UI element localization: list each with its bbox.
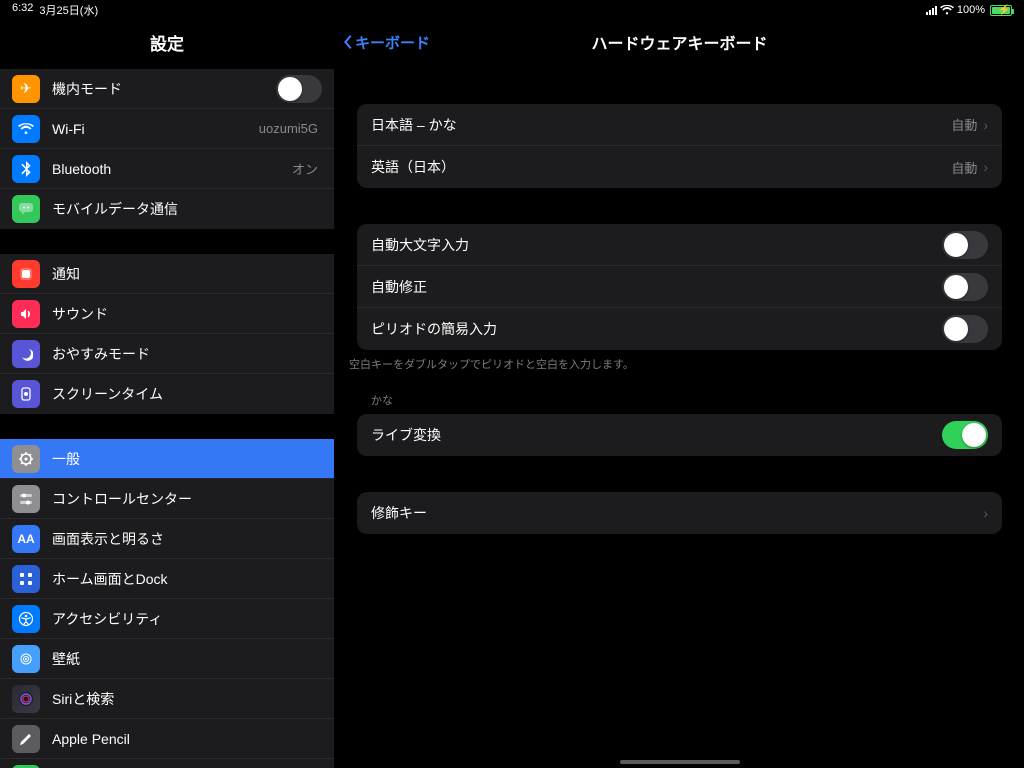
dnd-label: おやすみモード [52,344,322,364]
sound-icon [12,300,40,328]
live-conversion-toggle[interactable] [942,421,988,449]
screentime-icon [12,380,40,408]
settings-sidebar: 設定 ✈ 機内モード Wi-Fi uozumi5G Bluetooth オン [0,20,335,768]
period-label: ピリオドの簡易入力 [371,319,942,339]
status-time: 6:32 [12,2,33,18]
row-face-id[interactable]: Face IDとパスコード [0,759,334,768]
auto-cap-toggle[interactable] [942,231,988,259]
display-label: 画面表示と明るさ [52,529,322,549]
chevron-right-icon: › [983,159,988,175]
airplane-icon: ✈ [12,75,40,103]
back-button[interactable]: キーボード [341,20,430,64]
home-dock-label: ホーム画面とDock [52,569,322,589]
battery-icon: ⚡ [990,5,1012,16]
auto-correct-toggle[interactable] [942,273,988,301]
screentime-label: スクリーンタイム [52,384,322,404]
settings-title: 設定 [0,20,334,69]
control-center-icon [12,485,40,513]
control-center-label: コントロールセンター [52,489,322,509]
row-bluetooth[interactable]: Bluetooth オン [0,149,334,189]
row-notifications[interactable]: 通知 [0,254,334,294]
row-control-center[interactable]: コントロールセンター [0,479,334,519]
bluetooth-icon [12,155,40,183]
home-dock-icon [12,565,40,593]
row-airplane-mode[interactable]: ✈ 機内モード [0,69,334,109]
row-cellular-data[interactable]: モバイルデータ通信 [0,189,334,229]
row-period-shortcut[interactable]: ピリオドの簡易入力 [357,308,1002,350]
chevron-left-icon [341,33,353,51]
sound-label: サウンド [52,304,322,324]
wifi-icon [940,5,954,15]
lang-english-label: 英語（日本） [371,157,951,177]
detail-pane: キーボード ハードウェアキーボード 日本語 – かな 自動 › 英語（日本） 自… [335,20,1024,768]
cellular-label: モバイルデータ通信 [52,199,322,219]
airplane-toggle[interactable] [276,75,322,103]
row-display[interactable]: AA 画面表示と明るさ [0,519,334,559]
wallpaper-label: 壁紙 [52,649,322,669]
period-footnote: 空白キーをダブルタップでピリオドと空白を入力します。 [349,356,1010,372]
dnd-icon [12,340,40,368]
row-home-dock[interactable]: ホーム画面とDock [0,559,334,599]
wifi-row-icon [12,115,40,143]
row-wifi[interactable]: Wi-Fi uozumi5G [0,109,334,149]
bluetooth-label: Bluetooth [52,161,292,177]
cellular-icon [12,195,40,223]
lang-english-value: 自動 [951,158,977,177]
chevron-right-icon: › [983,117,988,133]
row-live-conversion[interactable]: ライブ変換 [357,414,1002,456]
kana-section-header: かな [371,392,1010,408]
row-auto-capitalize[interactable]: 自動大文字入力 [357,224,1002,266]
notifications-label: 通知 [52,264,322,284]
row-apple-pencil[interactable]: Apple Pencil [0,719,334,759]
period-toggle[interactable] [942,315,988,343]
row-modifier-keys[interactable]: 修飾キー › [357,492,1002,534]
row-wallpaper[interactable]: 壁紙 [0,639,334,679]
general-icon [12,445,40,473]
wifi-value: uozumi5G [259,121,318,136]
siri-icon [12,685,40,713]
auto-cap-label: 自動大文字入力 [371,235,942,255]
bluetooth-value: オン [292,159,318,178]
accessibility-label: アクセシビリティ [52,609,322,629]
lang-kana-value: 自動 [951,115,977,134]
status-bar: 6:32 3月25日(水) 100% ⚡ [0,0,1024,20]
pencil-icon [12,725,40,753]
back-label: キーボード [355,32,430,53]
chevron-right-icon: › [983,505,988,521]
pencil-label: Apple Pencil [52,731,322,747]
row-sound[interactable]: サウンド [0,294,334,334]
row-general[interactable]: 一般 [0,439,334,479]
row-auto-correct[interactable]: 自動修正 [357,266,1002,308]
row-accessibility[interactable]: アクセシビリティ [0,599,334,639]
detail-title: ハードウェアキーボード [591,30,767,54]
home-indicator[interactable] [620,760,740,764]
row-lang-english[interactable]: 英語（日本） 自動 › [357,146,1002,188]
cellular-signal-icon [926,5,937,15]
live-conversion-label: ライブ変換 [371,425,942,445]
battery-percent: 100% [957,4,985,16]
airplane-label: 機内モード [52,79,276,99]
notifications-icon [12,260,40,288]
detail-header: キーボード ハードウェアキーボード [335,20,1024,64]
row-do-not-disturb[interactable]: おやすみモード [0,334,334,374]
siri-label: Siriと検索 [52,689,322,709]
auto-correct-label: 自動修正 [371,277,942,297]
row-siri[interactable]: Siriと検索 [0,679,334,719]
modifier-keys-label: 修飾キー [371,503,983,523]
wallpaper-icon [12,645,40,673]
wifi-label: Wi-Fi [52,121,259,137]
general-label: 一般 [52,449,322,469]
display-icon: AA [12,525,40,553]
row-screen-time[interactable]: スクリーンタイム [0,374,334,414]
accessibility-icon [12,605,40,633]
row-lang-kana[interactable]: 日本語 – かな 自動 › [357,104,1002,146]
lang-kana-label: 日本語 – かな [371,115,951,135]
status-date: 3月25日(水) [39,2,98,18]
